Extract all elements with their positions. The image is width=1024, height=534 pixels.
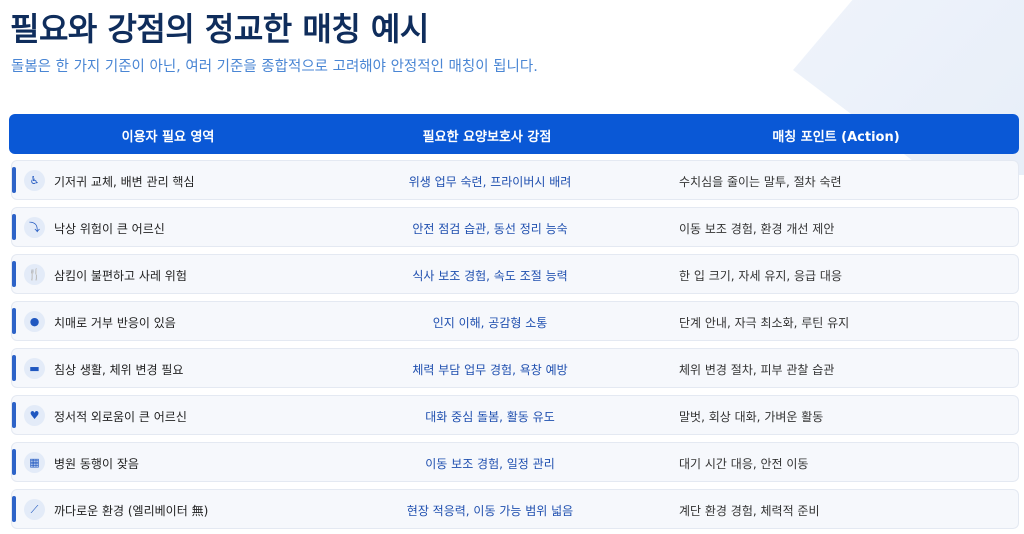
table-row: ▦ 병원 동행이 잦음 이동 보조 경험, 일정 관리 대기 시간 대응, 안전… [11, 442, 1019, 482]
stairs-icon: ⟋ [24, 499, 45, 520]
strength-cell: 안전 점검 습관, 동선 정리 능숙 [412, 222, 568, 236]
action-cell: 이동 보조 경험, 환경 개선 제안 [679, 222, 835, 236]
fall-person-icon: ⤵ [24, 217, 45, 238]
header-strength: 필요한 요양보호사 강점 [422, 130, 552, 145]
table-row: 🍴 삼킴이 불편하고 사레 위험 식사 보조 경험, 속도 조절 능력 한 입 … [11, 254, 1019, 294]
heart-icon: ♥ [24, 405, 45, 426]
action-cell: 한 입 크기, 자세 유지, 응급 대응 [679, 269, 842, 283]
row-accent [12, 214, 16, 240]
action-cell: 대기 시간 대응, 안전 이동 [679, 457, 809, 471]
strength-cell: 식사 보조 경험, 속도 조절 능력 [412, 269, 568, 283]
row-accent [12, 308, 16, 334]
row-accent [12, 167, 16, 193]
need-cell: 침상 생활, 체위 변경 필요 [54, 363, 184, 377]
bed-icon: ▬ [24, 358, 45, 379]
need-cell: 까다로운 환경 (엘리베이터 無) [54, 504, 209, 518]
action-cell: 말벗, 회상 대화, 가벼운 활동 [679, 410, 824, 424]
row-accent [12, 449, 16, 475]
table-row: ♿ 기저귀 교체, 배변 관리 핵심 위생 업무 숙련, 프라이버시 배려 수치… [11, 160, 1019, 200]
table-row: ▬ 침상 생활, 체위 변경 필요 체력 부담 업무 경험, 욕창 예방 체위 … [11, 348, 1019, 388]
strength-cell: 체력 부담 업무 경험, 욕창 예방 [412, 363, 568, 377]
strength-cell: 인지 이해, 공감형 소통 [432, 316, 548, 330]
action-cell: 계단 환경 경험, 체력적 준비 [679, 504, 820, 518]
table-row: ♥ 정서적 외로움이 큰 어르신 대화 중심 돌봄, 활동 유도 말벗, 회상 … [11, 395, 1019, 435]
need-cell: 정서적 외로움이 큰 어르신 [54, 410, 187, 424]
strength-cell: 이동 보조 경험, 일정 관리 [425, 457, 555, 471]
table-body: ♿ 기저귀 교체, 배변 관리 핵심 위생 업무 숙련, 프라이버시 배려 수치… [11, 160, 1019, 534]
table-row: ⤵ 낙상 위험이 큰 어르신 안전 점검 습관, 동선 정리 능숙 이동 보조 … [11, 207, 1019, 247]
header-action: 매칭 포인트 (Action) [772, 130, 900, 145]
need-cell: 낙상 위험이 큰 어르신 [54, 222, 165, 236]
table-header: 이용자 필요 영역 필요한 요양보호사 강점 매칭 포인트 (Action) [9, 114, 1019, 154]
table-row: ⟋ 까다로운 환경 (엘리베이터 無) 현장 적응력, 이동 가능 범위 넓음 … [11, 489, 1019, 529]
header-need: 이용자 필요 영역 [121, 130, 215, 145]
hospital-icon: ▦ [24, 452, 45, 473]
row-accent [12, 261, 16, 287]
need-cell: 삼킴이 불편하고 사레 위험 [54, 269, 187, 283]
baby-diaper-icon: ♿ [24, 170, 45, 191]
action-cell: 수치심을 줄이는 말투, 절차 숙련 [679, 175, 842, 189]
action-cell: 단계 안내, 자극 최소화, 루틴 유지 [679, 316, 850, 330]
page-subtitle: 돌봄은 한 가지 기준이 아닌, 여러 기준을 종합적으로 고려해야 안정적인 … [11, 59, 538, 75]
utensils-icon: 🍴 [24, 264, 45, 285]
action-cell: 체위 변경 절차, 피부 관찰 습관 [679, 363, 835, 377]
need-cell: 병원 동행이 잦음 [54, 457, 139, 471]
row-accent [12, 355, 16, 381]
strength-cell: 현장 적응력, 이동 가능 범위 넓음 [406, 504, 574, 518]
strength-cell: 위생 업무 숙련, 프라이버시 배려 [408, 175, 572, 189]
need-cell: 치매로 거부 반응이 있음 [54, 316, 176, 330]
row-accent [12, 496, 16, 522]
brain-icon: ● [24, 311, 45, 332]
strength-cell: 대화 중심 돌봄, 활동 유도 [425, 410, 555, 424]
page-title: 필요와 강점의 정교한 매칭 예시 [10, 10, 429, 48]
need-cell: 기저귀 교체, 배변 관리 핵심 [54, 175, 195, 189]
row-accent [12, 402, 16, 428]
table-row: ● 치매로 거부 반응이 있음 인지 이해, 공감형 소통 단계 안내, 자극 … [11, 301, 1019, 341]
